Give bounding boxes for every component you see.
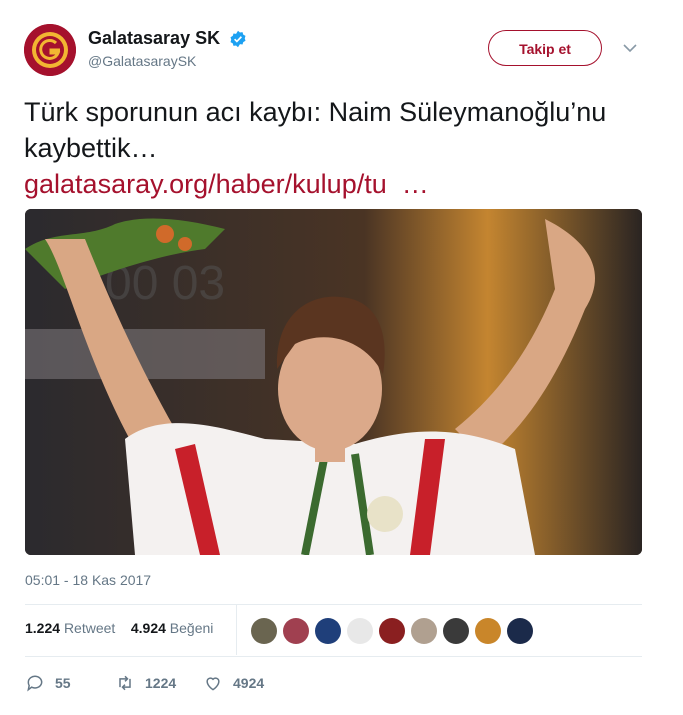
- tweet-photo[interactable]: 00 03: [25, 209, 642, 555]
- tweet-body: Türk sporunun acı kaybı: Naim Süleymanoğ…: [24, 97, 607, 163]
- follow-button[interactable]: Takip et: [488, 30, 602, 66]
- verified-badge-icon: [230, 30, 246, 47]
- retweets-stat[interactable]: 1.224 Retweet: [25, 620, 115, 636]
- liker-avatar[interactable]: [283, 618, 309, 644]
- like-count: 4924: [233, 675, 265, 691]
- liker-avatar[interactable]: [475, 618, 501, 644]
- weightlifter-photo: 00 03: [25, 209, 642, 555]
- tweet-header: Galatasaray SK @GalatasaraySK Takip et: [24, 24, 659, 80]
- reply-icon: [27, 675, 43, 692]
- divider-bottom: [25, 656, 642, 657]
- tweet-text: Türk sporunun acı kaybı: Naim Süleymanoğ…: [24, 94, 644, 202]
- like-button[interactable]: 4924: [203, 670, 264, 696]
- chevron-down-icon[interactable]: [622, 40, 638, 56]
- divider-top: [25, 604, 642, 605]
- galatasaray-logo-icon: [24, 24, 76, 76]
- likes-stat[interactable]: 4.924 Beğeni: [131, 620, 214, 636]
- liker-avatar[interactable]: [315, 618, 341, 644]
- liker-avatar[interactable]: [251, 618, 277, 644]
- account-names: Galatasaray SK @GalatasaraySK: [88, 28, 247, 69]
- heart-icon: [206, 677, 220, 691]
- engagement-stats: 1.224 Retweet 4.924 Beğeni: [25, 620, 213, 636]
- liker-avatar[interactable]: [443, 618, 469, 644]
- tweet-link[interactable]: galatasaray.org/haber/kulup/tu …: [24, 169, 429, 199]
- tweet-timestamp[interactable]: 05:01 - 18 Kas 2017: [25, 572, 151, 588]
- retweet-icon: [119, 675, 131, 691]
- reply-button[interactable]: 55: [25, 670, 71, 696]
- liker-avatar[interactable]: [379, 618, 405, 644]
- account-handle[interactable]: @GalatasaraySK: [88, 53, 247, 69]
- liker-avatar[interactable]: [507, 618, 533, 644]
- liker-avatar[interactable]: [347, 618, 373, 644]
- stats-separator: [236, 605, 237, 655]
- retweet-button[interactable]: 1224: [115, 670, 176, 696]
- retweet-count: 1224: [145, 675, 177, 691]
- reply-count: 55: [55, 675, 71, 691]
- account-avatar[interactable]: [24, 24, 76, 76]
- liker-avatar[interactable]: [411, 618, 437, 644]
- display-name[interactable]: Galatasaray SK: [88, 28, 220, 49]
